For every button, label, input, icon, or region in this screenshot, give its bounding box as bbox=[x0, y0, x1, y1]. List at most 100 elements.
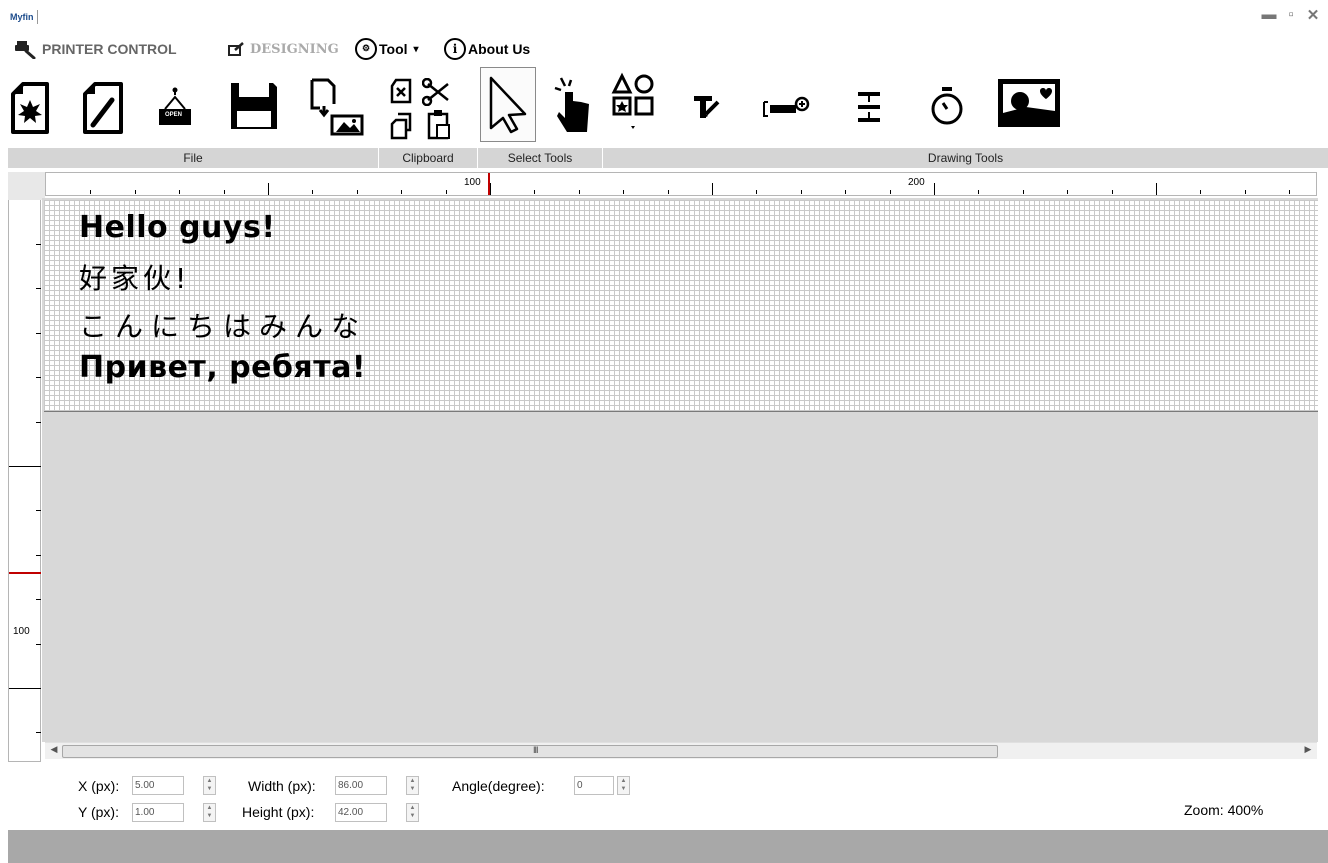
new-file-button[interactable] bbox=[8, 72, 52, 142]
align-icon bbox=[858, 92, 880, 122]
label-text-japanese[interactable]: こんにちはみんな bbox=[79, 305, 367, 345]
edit-file-button[interactable] bbox=[80, 72, 126, 142]
y-spinner[interactable]: ▲ ▼ bbox=[203, 803, 216, 822]
scissors-icon bbox=[422, 78, 449, 106]
printer-icon bbox=[15, 41, 36, 59]
scroll-right-arrow[interactable]: ▶ bbox=[1301, 744, 1315, 755]
edit-file-icon bbox=[83, 82, 123, 134]
ruler-tick bbox=[490, 183, 491, 195]
ruler-tick bbox=[36, 599, 41, 601]
cut-button[interactable] bbox=[420, 78, 454, 106]
x-input[interactable] bbox=[132, 776, 184, 795]
ribbon: OPEN bbox=[0, 64, 1328, 148]
timer-tool-button[interactable] bbox=[928, 84, 966, 128]
x-spinner[interactable]: ▲ ▼ bbox=[203, 776, 216, 795]
ruler-tick bbox=[36, 421, 41, 423]
status-bar bbox=[8, 830, 1328, 863]
width-label: Width (px): bbox=[248, 778, 316, 794]
stopwatch-icon bbox=[931, 87, 963, 125]
ruler-tick bbox=[9, 688, 41, 689]
minimize-button[interactable]: ▬ bbox=[1258, 6, 1280, 23]
maximize-button[interactable]: ▫ bbox=[1280, 6, 1302, 23]
ruler-tick bbox=[845, 190, 847, 194]
close-button[interactable]: ✕ bbox=[1302, 6, 1324, 24]
tool-label: Tool bbox=[379, 41, 408, 57]
height-input[interactable] bbox=[335, 803, 387, 822]
ruler-tick bbox=[1244, 190, 1246, 194]
design-workspace[interactable]: Hello guys! 好家伙! こんにちはみんな Привет, ребята… bbox=[42, 198, 1318, 742]
width-input[interactable] bbox=[335, 776, 387, 795]
vertical-ruler: 100 bbox=[8, 200, 41, 762]
ruler-tick bbox=[578, 190, 580, 194]
hand-pointer-icon bbox=[554, 77, 589, 132]
menu-bar: PRINTER CONTROL DESIGNING ⚙ Tool ▾ i Abo… bbox=[0, 36, 700, 62]
ruler-tick bbox=[1111, 190, 1113, 194]
hand-tool-button[interactable] bbox=[546, 72, 598, 138]
ruler-tick bbox=[623, 190, 625, 194]
y-label: Y (px): bbox=[78, 804, 119, 820]
ruler-tick bbox=[223, 190, 225, 194]
y-input[interactable] bbox=[132, 803, 184, 822]
label-text-russian[interactable]: Привет, ребята! bbox=[79, 350, 366, 385]
arrow-cursor-icon bbox=[489, 76, 527, 133]
ruler-tick bbox=[36, 332, 41, 334]
angle-input[interactable] bbox=[574, 776, 614, 795]
ruler-tick bbox=[1156, 183, 1157, 195]
delete-button[interactable] bbox=[386, 78, 416, 106]
chevron-down-icon: ▾ bbox=[413, 43, 419, 55]
ruler-tick bbox=[36, 554, 41, 556]
ruler-tick bbox=[36, 244, 41, 245]
info-icon: i bbox=[444, 38, 466, 60]
copy-icon bbox=[390, 112, 412, 140]
about-us-label: About Us bbox=[468, 41, 531, 57]
ruler-tick bbox=[978, 190, 980, 194]
barcode-tool-button[interactable] bbox=[760, 92, 816, 122]
paste-button[interactable] bbox=[424, 108, 454, 140]
angle-spinner[interactable]: ▲ ▼ bbox=[617, 776, 630, 795]
paste-icon bbox=[427, 110, 450, 140]
ribbon-group-select-tools: Select Tools bbox=[478, 148, 602, 168]
menu-tool[interactable]: ⚙ Tool ▾ bbox=[355, 36, 419, 62]
title-separator bbox=[37, 10, 38, 24]
select-tool-button[interactable] bbox=[480, 67, 536, 142]
import-image-button[interactable] bbox=[302, 78, 368, 138]
ruler-tick bbox=[268, 183, 269, 195]
width-spinner[interactable]: ▲ ▼ bbox=[406, 776, 419, 795]
properties-panel: X (px): ▲▼ Y (px): ▲▼ Width (px): ▲▼ Hei… bbox=[0, 770, 1328, 828]
menu-printer-control[interactable]: PRINTER CONTROL bbox=[14, 36, 177, 62]
label-canvas[interactable]: Hello guys! 好家伙! こんにちはみんな Привет, ребята… bbox=[44, 200, 1318, 412]
delete-icon bbox=[390, 78, 412, 104]
shapes-tool-button[interactable] bbox=[610, 72, 656, 136]
ribbon-group-drawing-tools: Drawing Tools bbox=[603, 148, 1328, 168]
ruler-tick bbox=[445, 190, 447, 194]
align-tool-button[interactable] bbox=[852, 88, 886, 126]
copy-button[interactable] bbox=[386, 110, 416, 140]
ruler-tick bbox=[889, 190, 891, 194]
angle-label: Angle(degree): bbox=[452, 778, 545, 794]
designing-label: DESIGNING bbox=[250, 41, 339, 57]
open-button[interactable]: OPEN bbox=[148, 84, 202, 130]
height-spinner[interactable]: ▲ ▼ bbox=[406, 803, 419, 822]
label-text-english[interactable]: Hello guys! bbox=[79, 210, 276, 245]
ruler-tick bbox=[1022, 190, 1024, 194]
menu-designing[interactable]: DESIGNING bbox=[228, 36, 339, 62]
height-label: Height (px): bbox=[242, 804, 315, 820]
ruler-tick bbox=[356, 190, 358, 194]
ribbon-group-file: File bbox=[8, 148, 378, 168]
save-button[interactable] bbox=[226, 78, 282, 134]
label-text-chinese[interactable]: 好家伙! bbox=[79, 257, 190, 297]
scrollbar-thumb[interactable]: III bbox=[62, 745, 998, 758]
ruler-tick bbox=[36, 643, 41, 645]
scroll-left-arrow[interactable]: ◀ bbox=[47, 744, 61, 755]
picture-icon bbox=[998, 79, 1060, 127]
text-tool-button[interactable] bbox=[690, 90, 724, 124]
ruler-tick bbox=[712, 183, 713, 195]
application-window: Myfin ▬ ▫ ✕ PRINTER CONTROL DESIGNING ⚙ … bbox=[0, 0, 1328, 863]
menu-about-us[interactable]: i About Us bbox=[444, 36, 530, 62]
horizontal-scrollbar[interactable]: ◀ III ▶ bbox=[45, 742, 1317, 759]
import-image-icon bbox=[310, 78, 364, 136]
image-tool-button[interactable] bbox=[996, 76, 1062, 130]
designing-icon bbox=[228, 42, 244, 56]
ribbon-group-clipboard: Clipboard bbox=[379, 148, 477, 168]
ruler-tick bbox=[312, 190, 314, 194]
